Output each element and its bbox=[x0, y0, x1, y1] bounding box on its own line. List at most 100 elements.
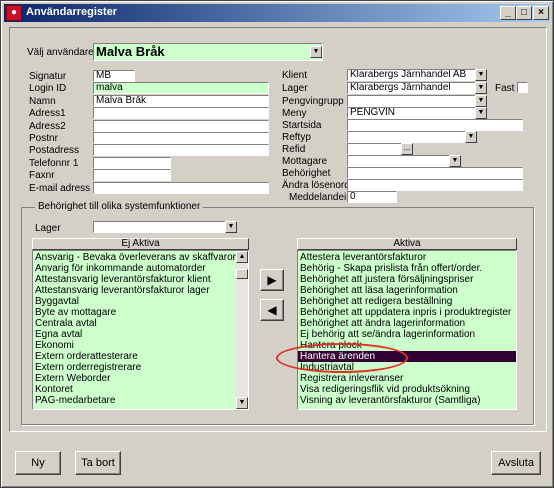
minimize-button[interactable]: _ bbox=[500, 6, 516, 20]
active-list-item[interactable]: Behörighet att justera försäljningsprise… bbox=[298, 274, 516, 285]
inactive-list-item[interactable]: Byte av mottagare bbox=[33, 307, 236, 318]
pengvingrupp-dropdown-button[interactable]: ▼ bbox=[475, 95, 487, 107]
perm-lager-label: Lager bbox=[35, 223, 61, 234]
inactive-list-item[interactable]: Attestansvarig leverantörsfakturor klien… bbox=[33, 274, 236, 285]
behorighet-field[interactable] bbox=[347, 167, 523, 179]
active-list-item[interactable]: Visning av leverantörsfakturor (Samtliga… bbox=[298, 395, 516, 406]
scroll-thumb[interactable] bbox=[236, 269, 248, 279]
left-field-label: Login ID bbox=[29, 83, 67, 94]
left-field-input[interactable] bbox=[93, 157, 171, 169]
left-field-label: Telefonnr 1 bbox=[29, 158, 79, 169]
left-field-input[interactable] bbox=[93, 132, 269, 144]
inactive-list-header[interactable]: Ej Aktiva bbox=[32, 238, 249, 250]
active-list-item[interactable]: Behörig - Skapa prislista från offert/or… bbox=[298, 263, 516, 274]
left-field-input[interactable] bbox=[93, 144, 269, 156]
delete-button[interactable]: Ta bort bbox=[75, 451, 121, 475]
left-field-input[interactable]: malva bbox=[93, 82, 269, 94]
startsida-field[interactable] bbox=[347, 119, 523, 131]
mottagare-label: Mottagare bbox=[282, 156, 328, 167]
refid-field[interactable] bbox=[347, 143, 403, 155]
meny-dropdown-button[interactable]: ▼ bbox=[475, 107, 487, 119]
mottagare-combo[interactable] bbox=[347, 155, 461, 167]
inactive-list-item[interactable]: Egna avtal bbox=[33, 329, 236, 340]
fast-checkbox[interactable] bbox=[517, 82, 528, 93]
active-list-item[interactable]: Behörighet att ändra lagerinformation bbox=[298, 318, 516, 329]
inactive-list-item[interactable]: Kontoret bbox=[33, 384, 236, 395]
refid-browse-button[interactable]: ... bbox=[401, 143, 413, 155]
inactive-list-item[interactable]: Extern orderregistrerare bbox=[33, 362, 236, 373]
arrow-right-icon: ▶ bbox=[267, 273, 277, 287]
pengvingrupp-combo[interactable] bbox=[347, 95, 487, 107]
window-title: Användarregister bbox=[26, 6, 118, 18]
startsida-label: Startsida bbox=[282, 120, 322, 131]
reftyp-combo[interactable] bbox=[347, 131, 477, 143]
scroll-down-icon[interactable]: ▼ bbox=[236, 397, 248, 409]
user-select-combo[interactable]: Malva Bråk bbox=[93, 43, 323, 61]
app-logo-icon: ● bbox=[6, 5, 22, 21]
active-list-item[interactable]: Behörighet att läsa lagerinformation bbox=[298, 285, 516, 296]
pengvingrupp-label: Pengvingrupp bbox=[282, 96, 344, 107]
perm-lager-dropdown-button[interactable]: ▼ bbox=[225, 221, 237, 233]
active-list-header[interactable]: Aktiva bbox=[297, 238, 517, 250]
active-list-item[interactable]: Visa redigeringsflik vid produktsökning bbox=[298, 384, 516, 395]
fast-label: Fast bbox=[495, 83, 515, 94]
left-field-label: Postnr bbox=[29, 133, 58, 144]
annotation-ring bbox=[276, 343, 408, 373]
meddelandeint-label: Meddelandeint bbox=[289, 192, 355, 203]
active-list[interactable]: Attestera leverantörsfakturor Behörig - S… bbox=[297, 250, 517, 410]
inactive-items: Ansvarig - Bevaka överleverans av skaffv… bbox=[33, 252, 236, 406]
left-field-input[interactable] bbox=[93, 182, 269, 194]
behorighet-label: Behörighet bbox=[282, 168, 331, 179]
left-field-label: Faxnr bbox=[29, 170, 55, 181]
inactive-list-item[interactable]: Ansvarig - Bevaka överleverans av skaffv… bbox=[33, 252, 236, 263]
reftyp-dropdown-button[interactable]: ▼ bbox=[465, 131, 477, 143]
close-button[interactable]: × bbox=[533, 6, 549, 20]
meny-combo[interactable]: PENGVIN bbox=[347, 107, 487, 119]
inactive-list-item[interactable]: Byggavtal bbox=[33, 296, 236, 307]
inactive-list-item[interactable]: Centrala avtal bbox=[33, 318, 236, 329]
andra-losenord-field[interactable] bbox=[347, 179, 523, 191]
inactive-list-item[interactable]: Attestansvarig leverantörsfakturor lager bbox=[33, 285, 236, 296]
klient-combo[interactable]: Klarabergs Järnhandel AB bbox=[347, 69, 487, 81]
mottagare-dropdown-button[interactable]: ▼ bbox=[449, 155, 461, 167]
left-field-label: Signatur bbox=[29, 71, 67, 82]
lager-combo[interactable]: Klarabergs Järnhandel bbox=[347, 82, 487, 94]
lager-label: Lager bbox=[282, 83, 308, 94]
inactive-list-item[interactable]: PAG-medarbetare bbox=[33, 395, 236, 406]
inactive-list-item[interactable]: Anvarig för inkommande automatorder bbox=[33, 263, 236, 274]
active-list-item[interactable]: Registrera inleveranser bbox=[298, 373, 516, 384]
inactive-list-item[interactable]: Extern orderattesterare bbox=[33, 351, 236, 362]
user-select-label: Välj användare bbox=[27, 47, 94, 58]
user-select-dropdown-button[interactable]: ▼ bbox=[310, 46, 322, 58]
inactive-list[interactable]: Ansvarig - Bevaka överleverans av skaffv… bbox=[32, 250, 249, 410]
left-field-input[interactable] bbox=[93, 169, 171, 181]
title-bar[interactable]: ● Användarregister _ □ × bbox=[4, 4, 550, 22]
active-list-item[interactable]: Behörighet att uppdatera inpris i produk… bbox=[298, 307, 516, 318]
klient-dropdown-button[interactable]: ▼ bbox=[475, 69, 487, 81]
left-field-label: Postadress bbox=[29, 145, 80, 156]
arrow-left-icon: ◀ bbox=[267, 303, 277, 317]
left-field-input[interactable] bbox=[93, 120, 269, 132]
meny-label: Meny bbox=[282, 108, 307, 119]
active-list-item[interactable]: Attestera leverantörsfakturor bbox=[298, 252, 516, 263]
lager-dropdown-button[interactable]: ▼ bbox=[475, 82, 487, 94]
klient-label: Klient bbox=[282, 70, 308, 81]
close-form-button[interactable]: Avsluta bbox=[491, 451, 541, 475]
active-list-item[interactable]: Ej behörig att se/ändra lagerinformation bbox=[298, 329, 516, 340]
inactive-scrollbar[interactable]: ▲ ▼ bbox=[236, 251, 248, 409]
meddelandeint-field[interactable]: 0 bbox=[347, 191, 397, 203]
inactive-list-item[interactable]: Extern Weborder bbox=[33, 373, 236, 384]
inactive-list-item[interactable]: Ekonomi bbox=[33, 340, 236, 351]
scroll-up-icon[interactable]: ▲ bbox=[236, 251, 248, 263]
move-left-button[interactable]: ◀ bbox=[260, 299, 284, 321]
move-right-button[interactable]: ▶ bbox=[260, 269, 284, 291]
left-field-input[interactable]: Malva Bråk bbox=[93, 95, 269, 107]
left-field-input[interactable] bbox=[93, 107, 269, 119]
perm-lager-combo[interactable] bbox=[93, 221, 237, 233]
maximize-button[interactable]: □ bbox=[516, 6, 532, 20]
new-button[interactable]: Ny bbox=[15, 451, 61, 475]
left-field-input[interactable]: MB bbox=[93, 70, 135, 82]
main-window: ● Användarregister _ □ × Välj användare … bbox=[0, 0, 554, 488]
left-field-label: Adress1 bbox=[29, 108, 66, 119]
active-list-item[interactable]: Behörighet att redigera beställning bbox=[298, 296, 516, 307]
